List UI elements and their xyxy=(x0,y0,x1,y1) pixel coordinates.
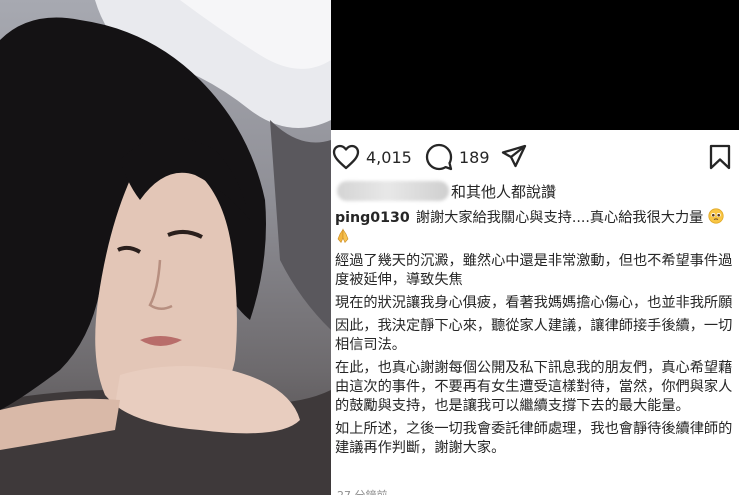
likes-count: 4,015 xyxy=(366,147,412,167)
portrait-illustration xyxy=(0,0,331,495)
post-action-bar: 4,015 189 xyxy=(331,142,739,174)
caption-paragraph: 現在的狀況讓我身心俱疲，看著我媽媽擔心傷心，也並非我所願 xyxy=(335,295,733,311)
liked-by-line: 和其他人都說讚 xyxy=(337,178,556,204)
comment-action[interactable]: 189 xyxy=(425,142,490,172)
comments-count: 189 xyxy=(459,147,490,167)
folded-hands-emoji xyxy=(335,228,351,244)
caption-paragraph: 經過了幾天的沉澱，雖然心中還是非常激動，但也不希望事件過度被延伸，導致失焦 xyxy=(335,253,733,288)
caption-line: 謝謝大家給我關心與支持....真心給我很大力量 xyxy=(415,210,704,226)
comment-bubble-icon[interactable] xyxy=(425,143,453,171)
caption-paragraph: 因此，我決定靜下心來，聽從家人建議，讓律師接手後續，一切相信司法。 xyxy=(335,318,733,353)
instagram-post-panel: 4,015 189 和其他人都說讚 ping0130 謝謝大家給我關心與支持..… xyxy=(331,130,739,495)
share-action[interactable] xyxy=(501,142,527,172)
caption-paragraph: 如上所述，之後一切我會委託律師處理，我也會靜待後續律師的建議再作判斷，謝謝大家。 xyxy=(335,421,733,456)
video-black-area xyxy=(331,0,739,130)
pleading-face-emoji xyxy=(708,208,724,224)
heart-icon[interactable] xyxy=(332,144,360,170)
bookmark-icon[interactable] xyxy=(709,144,731,170)
post-caption: ping0130 謝謝大家給我關心與支持....真心給我很大力量 經過了幾天的沉… xyxy=(335,208,733,462)
username-link[interactable]: ping0130 xyxy=(335,210,410,226)
blurred-username xyxy=(337,181,449,201)
caption-paragraph: 在此，也真心謝謝每個公開及私下訊息我的朋友們，真心希望藉由這次的事件，不要再有女… xyxy=(335,360,733,414)
post-timestamp: 27 分鐘前 xyxy=(337,487,388,495)
like-action[interactable]: 4,015 xyxy=(332,142,412,172)
liked-by-text: 和其他人都說讚 xyxy=(451,182,557,201)
caption-paragraph: ping0130 謝謝大家給我關心與支持....真心給我很大力量 xyxy=(335,208,733,248)
save-action[interactable] xyxy=(709,142,731,172)
screenshot-stage: 4,015 189 和其他人都說讚 ping0130 謝謝大家給我關心與支持..… xyxy=(0,0,739,495)
paper-plane-icon[interactable] xyxy=(501,144,527,170)
post-photo xyxy=(0,0,331,495)
